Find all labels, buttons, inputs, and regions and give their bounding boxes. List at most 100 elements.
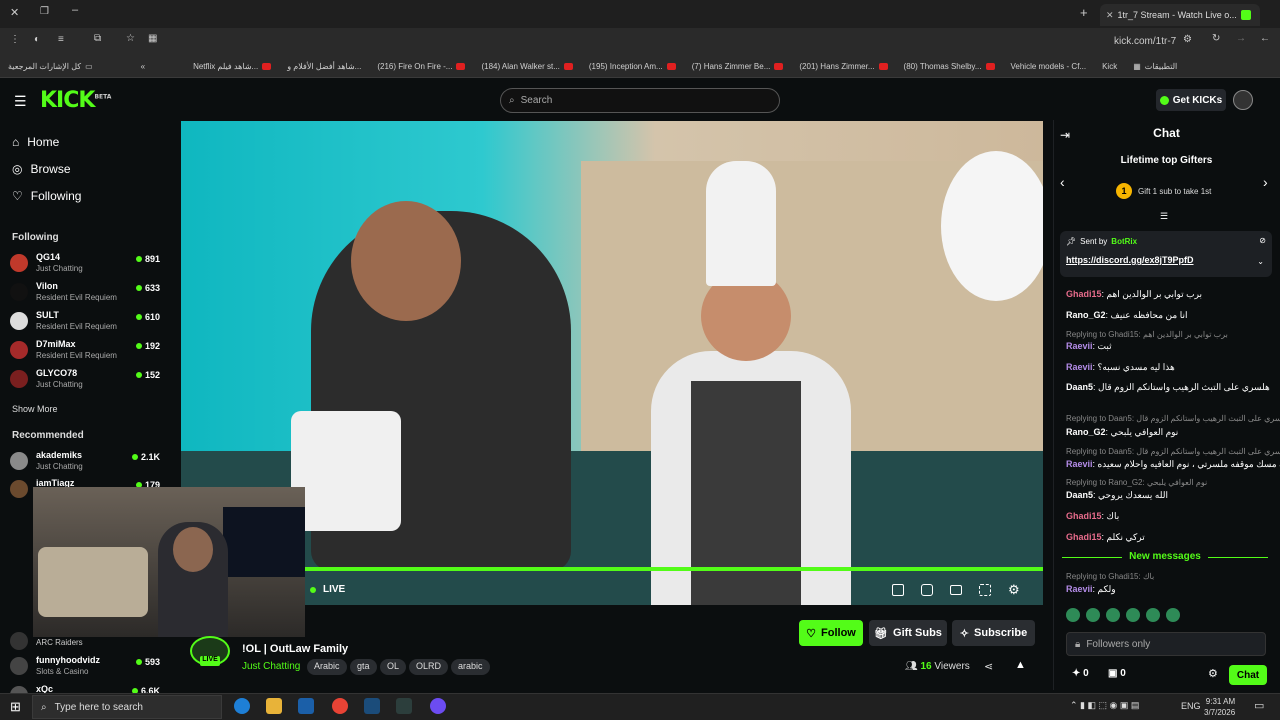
chevron-left-icon[interactable]: ‹ [1060,174,1065,190]
bookmark-item[interactable]: Netflix شاهد فيلم... [185,62,279,71]
playlist-icon[interactable]: ≡ [58,34,64,45]
nav-browse[interactable]: ◎ Browse [12,162,71,176]
share-icon[interactable]: ⋖ [984,660,993,673]
user-avatar[interactable] [1233,90,1253,110]
xbox-icon[interactable] [396,698,412,714]
compass-icon: ◎ [12,162,23,176]
bookmarks-scroll-icon[interactable]: « [101,62,185,71]
forward-icon[interactable]: → [1236,33,1246,44]
bookmark-star-icon[interactable]: ☆ [126,33,135,44]
emote-icon[interactable] [1086,608,1100,622]
search-input[interactable]: ⌕ Search [500,88,780,113]
bookmark-item[interactable]: Vehicle models - Cf... [1003,62,1095,71]
fullscreen-icon[interactable] [979,584,991,596]
bookmark-item[interactable]: شاهد أفضل الأفلام و... [279,62,369,71]
get-kicks-button[interactable]: Get KICKs [1156,89,1226,111]
stream-tag[interactable]: Arabic [307,659,347,675]
reading-mode-icon[interactable]: ▦ [148,33,157,44]
system-tray-icon[interactable]: ⌃ ▮ ◧ ⬚ ◉ ▣ ▤ [1070,700,1139,711]
stream-category[interactable]: Just Chatting [242,661,300,672]
stream-tag[interactable]: OL [380,659,407,675]
show-more-link[interactable]: Show More [12,404,58,414]
nav-following[interactable]: ♡ Following [12,189,81,203]
video-player[interactable] [181,121,1043,605]
chevron-right-icon[interactable]: › [1263,174,1268,190]
new-messages-divider[interactable]: New messages [1060,551,1270,562]
file-explorer-icon[interactable] [266,698,282,714]
minimize-window-icon[interactable]: – [72,4,78,16]
emote-icon[interactable] [1106,608,1120,622]
settings-gear-icon[interactable]: ⚙ [1008,582,1020,598]
chat-settings-icon[interactable]: ⚙ [1208,667,1218,680]
nav-home[interactable]: ⌂ Home [12,135,59,149]
chat-input[interactable]: 🔒︎ Followers only [1066,632,1266,656]
report-icon[interactable]: ▲ [1015,659,1026,671]
emote-icon[interactable] [1126,608,1140,622]
channel-points[interactable]: ✦ 0 [1072,668,1089,679]
follow-button[interactable]: ♡ Follow [799,620,863,646]
sidebar-channel[interactable]: SULT Resident Evil Requiem 610 [10,308,160,336]
emote-icon[interactable] [1066,608,1080,622]
sidebar-channel[interactable]: akademiks Just Chatting 2.1K [10,448,160,476]
unpin-icon[interactable]: ⊘ [1259,236,1266,245]
bookmark-item[interactable]: (216) Fire On Fire -... [369,62,473,71]
emote-icon[interactable] [1166,608,1180,622]
steam-icon[interactable] [364,698,380,714]
bookmark-item[interactable]: (201) Hans Zimmer... [791,62,895,71]
address-bar[interactable]: kick.com/1tr-7 [1114,36,1176,47]
kick-logo[interactable]: KICKBETA [40,88,111,113]
active-tab[interactable]: ✕ 1tr_7 Stream - Watch Live o... [1100,4,1260,26]
back-icon[interactable]: ← [1260,33,1270,44]
windows-start-icon[interactable]: ⊞ [10,699,21,715]
new-tab-icon[interactable]: + [1080,5,1088,20]
close-window-icon[interactable]: ✕ [10,6,19,19]
discord-icon[interactable] [430,698,446,714]
taskbar-search[interactable]: ⌕ Type here to search [32,695,222,719]
subscribe-button[interactable]: ✧ Subscribe [952,620,1035,646]
sidebar-channel[interactable]: GLYCO78 Just Chatting 152 [10,366,160,394]
taskbar-clock[interactable]: 9:31 AM 3/7/2026 [1204,696,1235,718]
language-indicator[interactable]: ENG [1181,701,1201,711]
kicks-balance[interactable]: ▣ 0 [1108,668,1126,679]
restore-window-icon[interactable]: ❐ [40,6,49,17]
site-settings-icon[interactable]: ⚙ [1183,34,1192,45]
pinned-link[interactable]: https://discord.gg/ex8jT9PpfD [1066,255,1194,265]
bookmark-item[interactable]: (7) Hans Zimmer Be... [684,62,792,71]
bookmark-item[interactable]: (184) Alan Walker st... [473,62,580,71]
bookmark-item[interactable]: Kick [1094,62,1125,71]
sidebar-channel[interactable]: Vilon Resident Evil Requiem 633 [10,279,160,307]
share-page-icon[interactable]: ⧉ [94,33,101,44]
emote-icon[interactable] [1146,608,1160,622]
sidebar-channel[interactable]: D7miMax Resident Evil Requiem 192 [10,337,160,365]
theater-mode-icon[interactable] [950,585,962,595]
sidebar-channel[interactable]: funnyhoodvidz Slots & Casino 593 [10,653,160,681]
edge-icon[interactable] [234,698,250,714]
hamburger-menu-icon[interactable]: ☰ [14,93,27,110]
chrome-icon[interactable] [332,698,348,714]
reload-icon[interactable]: ↻ [1212,33,1220,44]
reply-context: Replying to Ghadi15: برب توابي بر الوالد… [1066,330,1228,339]
stream-tag[interactable]: gta [350,659,377,675]
bookmark-item[interactable]: (80) Thomas Shelby... [896,62,1003,71]
sidebar-channel[interactable]: QG14 Just Chatting 891 [10,250,160,278]
apps-bookmark[interactable]: ▦ التطبيقات [1125,62,1185,71]
steam-icon[interactable] [298,698,314,714]
extension-icon[interactable]: ◐ [34,34,40,45]
close-tab-icon[interactable]: ✕ [1106,10,1114,21]
kick-favicon-icon [1240,10,1251,20]
stream-tag[interactable]: OLRD [409,659,449,675]
notifications-icon[interactable]: ▭ [1254,699,1264,712]
menu-dots-icon[interactable]: ⋮ [10,34,20,45]
miniplayer-icon[interactable] [892,584,904,596]
youtube-icon [666,63,676,70]
filter-icon[interactable]: ☰ [1160,211,1168,222]
stream-tag[interactable]: arabic [451,659,490,675]
chevron-down-icon[interactable]: ⌄ [1257,257,1264,266]
chat-message: Raevii: ولكم [1066,584,1116,594]
progress-bar[interactable] [305,567,1043,571]
gift-subs-button[interactable]: 🎁︎ Gift Subs [869,620,947,646]
all-bookmarks[interactable]: كل الإشارات المرجعية ▭ [0,62,101,71]
bookmark-item[interactable]: (195) Inception Am... [581,62,684,71]
send-chat-button[interactable]: Chat [1229,665,1267,685]
clip-icon[interactable] [921,584,933,596]
